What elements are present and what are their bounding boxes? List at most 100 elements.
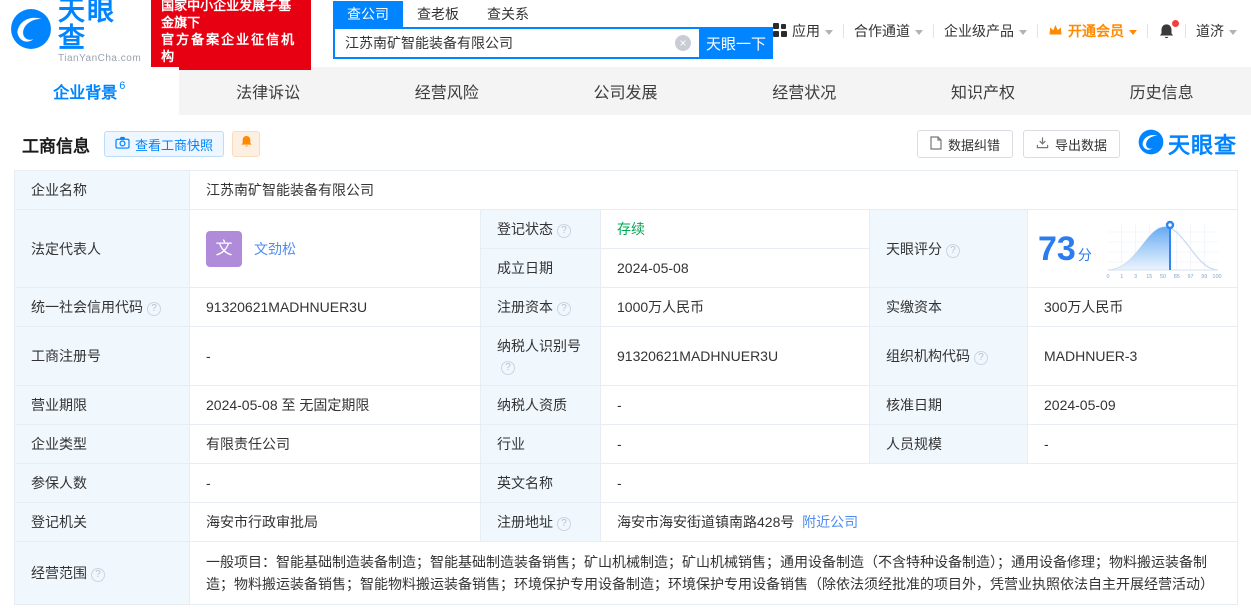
svg-text:50: 50 [1160,274,1166,280]
top-header: 天眼查 TianYanCha.com 国家中小企业发展子基金旗下 官方备案企业征… [0,0,1251,70]
gov-certification-badge: 国家中小企业发展子基金旗下 官方备案企业征信机构 [151,0,311,70]
nav-item-vip[interactable]: 开通会员 [1048,21,1137,41]
avatar[interactable]: 文 [206,230,242,267]
svg-text:3: 3 [1134,274,1137,280]
logo-swirl-icon [1138,129,1164,160]
legal-rep-link[interactable]: 文劲松 [254,239,296,259]
logo-domain: TianYanCha.com [58,53,142,64]
score-unit: 分 [1077,246,1092,263]
badge-line1: 国家中小企业发展子基金旗下 [161,0,292,30]
divider [1185,24,1186,38]
notification-red-dot [1172,19,1179,27]
table-row: 参保人数 - 英文名称 - [14,463,1239,503]
svg-text:0: 0 [1106,274,1109,280]
tianyan-score-label: 天眼评分? [869,209,1028,288]
legal-rep-label: 法定代表人 [14,209,190,288]
svg-text:1: 1 [1120,274,1123,280]
staff-size-label: 人员规模 [869,424,1028,464]
score-distribution-chart: 0 1 3 15 50 85 97 99 100 [1106,220,1221,280]
tab-legal-litigation[interactable]: 法律诉讼 [179,67,358,115]
business-scope-value: 一般项目：智能基础制造装备制造；智能基础制造装备销售；矿山机械制造；矿山机械销售… [188,541,1239,605]
badge-line2: 官方备案企业征信机构 [161,32,297,64]
search-tab-company[interactable]: 查公司 [333,1,403,27]
credit-code-value: 91320621MADHNUER3U [189,287,481,327]
help-icon[interactable]: ? [946,243,960,258]
paid-capital-label: 实缴资本 [869,287,1028,327]
help-icon[interactable]: ? [91,568,105,582]
user-menu[interactable]: 道济 [1196,21,1237,41]
crown-icon [1048,23,1063,39]
tianyancha-logo[interactable]: 天眼查 TianYanCha.com [10,0,141,64]
table-row: 经营范围? 一般项目：智能基础制造装备制造；智能基础制造装备销售；矿山机械制造；… [14,541,1239,605]
tab-operation-status[interactable]: 经营状况 [715,67,894,115]
reg-status-value: 存续 [600,209,870,249]
tab-company-background[interactable]: 企业背景 6 [0,67,179,115]
search-button[interactable]: 天眼一下 [699,27,773,59]
export-data-button[interactable]: 导出数据 [1022,130,1120,158]
industry-value: - [600,424,870,464]
help-icon[interactable]: ? [557,517,571,531]
company-name-value: 江苏南矿智能装备有限公司 [188,170,1239,210]
status-badge: 存续 [617,221,645,237]
tab-company-development[interactable]: 公司发展 [536,67,715,115]
search-tabs: 查公司 查老板 查关系 [333,1,773,27]
clear-search-icon[interactable]: × [675,35,691,51]
grid-icon [773,22,787,40]
logo-text: 天眼查 [58,0,116,53]
monitor-bell-button[interactable] [232,131,261,157]
username: 道济 [1196,23,1224,39]
english-name-label: 英文名称 [480,463,601,503]
download-icon [1036,136,1049,152]
reg-address-value: 海安市海安街道镇南路428号 附近公司 [599,502,1239,542]
nearby-companies-link[interactable]: 附近公司 [802,514,858,530]
org-code-value: MADHNUER-3 [1026,326,1239,386]
establish-date-label: 成立日期 [480,248,601,288]
data-correction-button[interactable]: 数据纠错 [916,130,1013,158]
nav-item-apps[interactable]: 应用 [773,21,833,41]
document-icon [930,135,942,153]
tab-intellectual-property[interactable]: 知识产权 [894,67,1073,115]
divider [933,24,934,38]
credit-code-label: 统一社会信用代码? [14,287,190,327]
notification-bell-icon[interactable] [1158,19,1179,40]
reg-authority-label: 登记机关 [14,502,190,542]
caret-down-icon [825,29,833,35]
tianyan-score-cell[interactable]: 73 分 0 1 3 15 50 85 97 99 100 [1026,209,1239,288]
tab-operation-risk[interactable]: 经营风险 [357,67,536,115]
tab-history-info[interactable]: 历史信息 [1072,67,1251,115]
reg-capital-label: 注册资本? [480,287,601,327]
search-tab-relation[interactable]: 查关系 [473,1,543,27]
search-block: 查公司 查老板 查关系 × 天眼一下 [333,1,773,59]
snapshot-button[interactable]: 查看工商快照 [104,131,225,157]
nav-item-partner[interactable]: 合作通道 [854,21,923,41]
score-value: 73 [1038,229,1076,268]
svg-text:85: 85 [1174,274,1180,280]
section-header: 工商信息 查看工商快照 数据纠错 导出数据 天眼查 [0,115,1251,170]
help-icon[interactable]: ? [557,224,571,238]
taxpayer-id-value: 91320621MADHNUER3U [600,326,870,386]
help-icon[interactable]: ? [501,361,515,375]
table-row: 登记机关 海安市行政审批局 注册地址? 海安市海安街道镇南路428号 附近公司 [14,502,1239,542]
taxpayer-quality-label: 纳税人资质 [480,385,601,425]
search-input[interactable] [333,27,699,59]
search-tab-boss[interactable]: 查老板 [403,1,473,27]
industry-label: 行业 [480,424,601,464]
svg-text:15: 15 [1146,274,1152,280]
table-row: 企业类型 有限责任公司 行业 - 人员规模 - [14,424,1239,464]
taxpayer-id-label: 纳税人识别号? [480,326,601,386]
table-row: 企业名称 江苏南矿智能装备有限公司 [14,170,1239,210]
reg-capital-value: 1000万人民币 [600,287,870,327]
reg-number-value: - [189,326,481,386]
help-icon[interactable]: ? [557,302,571,316]
insured-count-label: 参保人数 [14,463,190,503]
nav-item-enterprise[interactable]: 企业级产品 [944,21,1027,41]
table-row: 营业期限 2024-05-08 至 无固定期限 纳税人资质 - 核准日期 202… [14,385,1239,425]
help-icon[interactable]: ? [974,351,988,365]
company-type-label: 企业类型 [14,424,190,464]
svg-text:99: 99 [1201,274,1207,280]
business-info-table: 企业名称 江苏南矿智能装备有限公司 法定代表人 文 文劲松 登记状态? 存续 天… [0,170,1251,611]
divider [1147,24,1148,38]
logo-swirl-icon [10,8,52,55]
help-icon[interactable]: ? [147,302,161,316]
tab-badge: 6 [119,80,126,92]
